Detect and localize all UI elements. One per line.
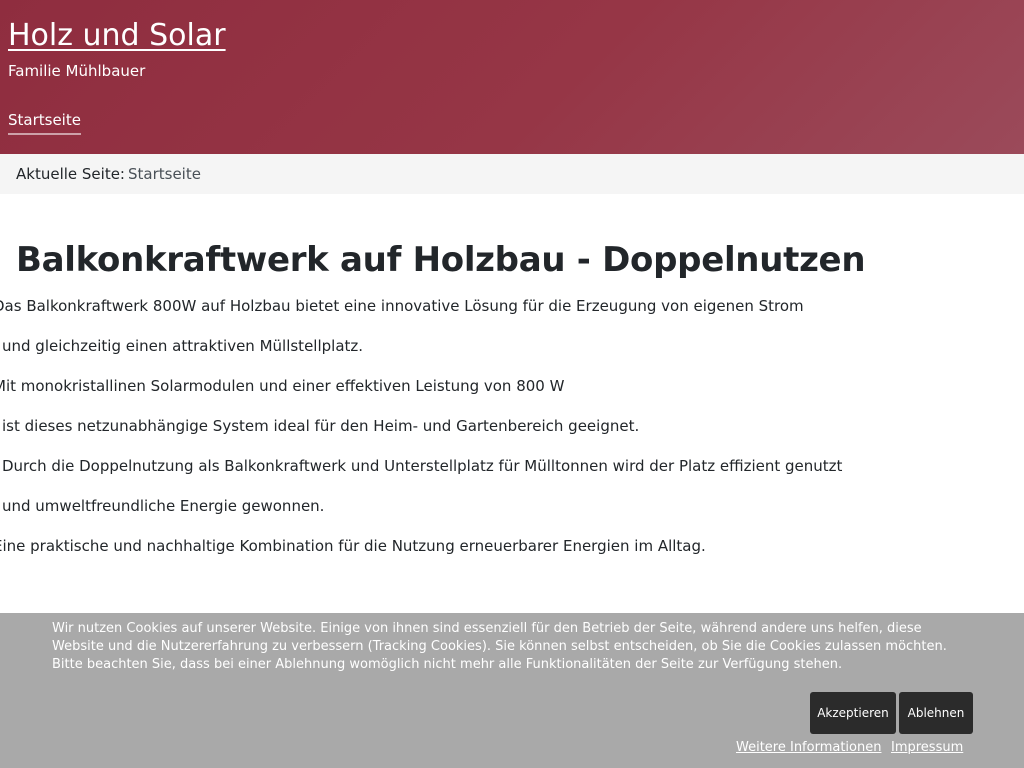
site-header: Holz und Solar Familie Mühlbauer Startse…	[0, 0, 1024, 154]
page-title: Balkonkraftwerk auf Holzbau - Doppelnutz…	[16, 240, 866, 280]
cookie-notice-text: Wir nutzen Cookies auf unserer Website. …	[52, 621, 947, 672]
site-title-link[interactable]: Holz und Solar	[8, 18, 226, 53]
decline-cookies-button[interactable]: Ablehnen	[899, 692, 973, 734]
more-info-link[interactable]: Weitere Informationen	[736, 740, 881, 755]
cookie-banner: Wir nutzen Cookies auf unserer Website. …	[0, 613, 1024, 768]
content-line: Durch die Doppelnutzung als Balkonkraftw…	[2, 457, 843, 475]
content-line: Mit monokristallinen Solarmodulen und ei…	[0, 377, 565, 395]
content-line: und umweltfreundliche Energie gewonnen.	[2, 497, 325, 515]
nav-item-startseite[interactable]: Startseite	[8, 111, 81, 135]
content-line: Das Balkonkraftwerk 800W auf Holzbau bie…	[0, 297, 804, 315]
accept-cookies-button[interactable]: Akzeptieren	[810, 692, 896, 734]
breadcrumb-label: Aktuelle Seite:	[16, 165, 125, 183]
site-subtitle: Familie Mühlbauer	[8, 62, 146, 80]
content-line: Eine praktische und nachhaltige Kombinat…	[0, 537, 706, 555]
imprint-link[interactable]: Impressum	[891, 740, 963, 755]
content-line: und gleichzeitig einen attraktiven Mülls…	[2, 337, 364, 355]
breadcrumb: Aktuelle Seite: Startseite	[0, 154, 1024, 194]
content-line: ist dieses netzunabhängige System ideal …	[2, 417, 640, 435]
breadcrumb-current: Startseite	[128, 165, 201, 183]
